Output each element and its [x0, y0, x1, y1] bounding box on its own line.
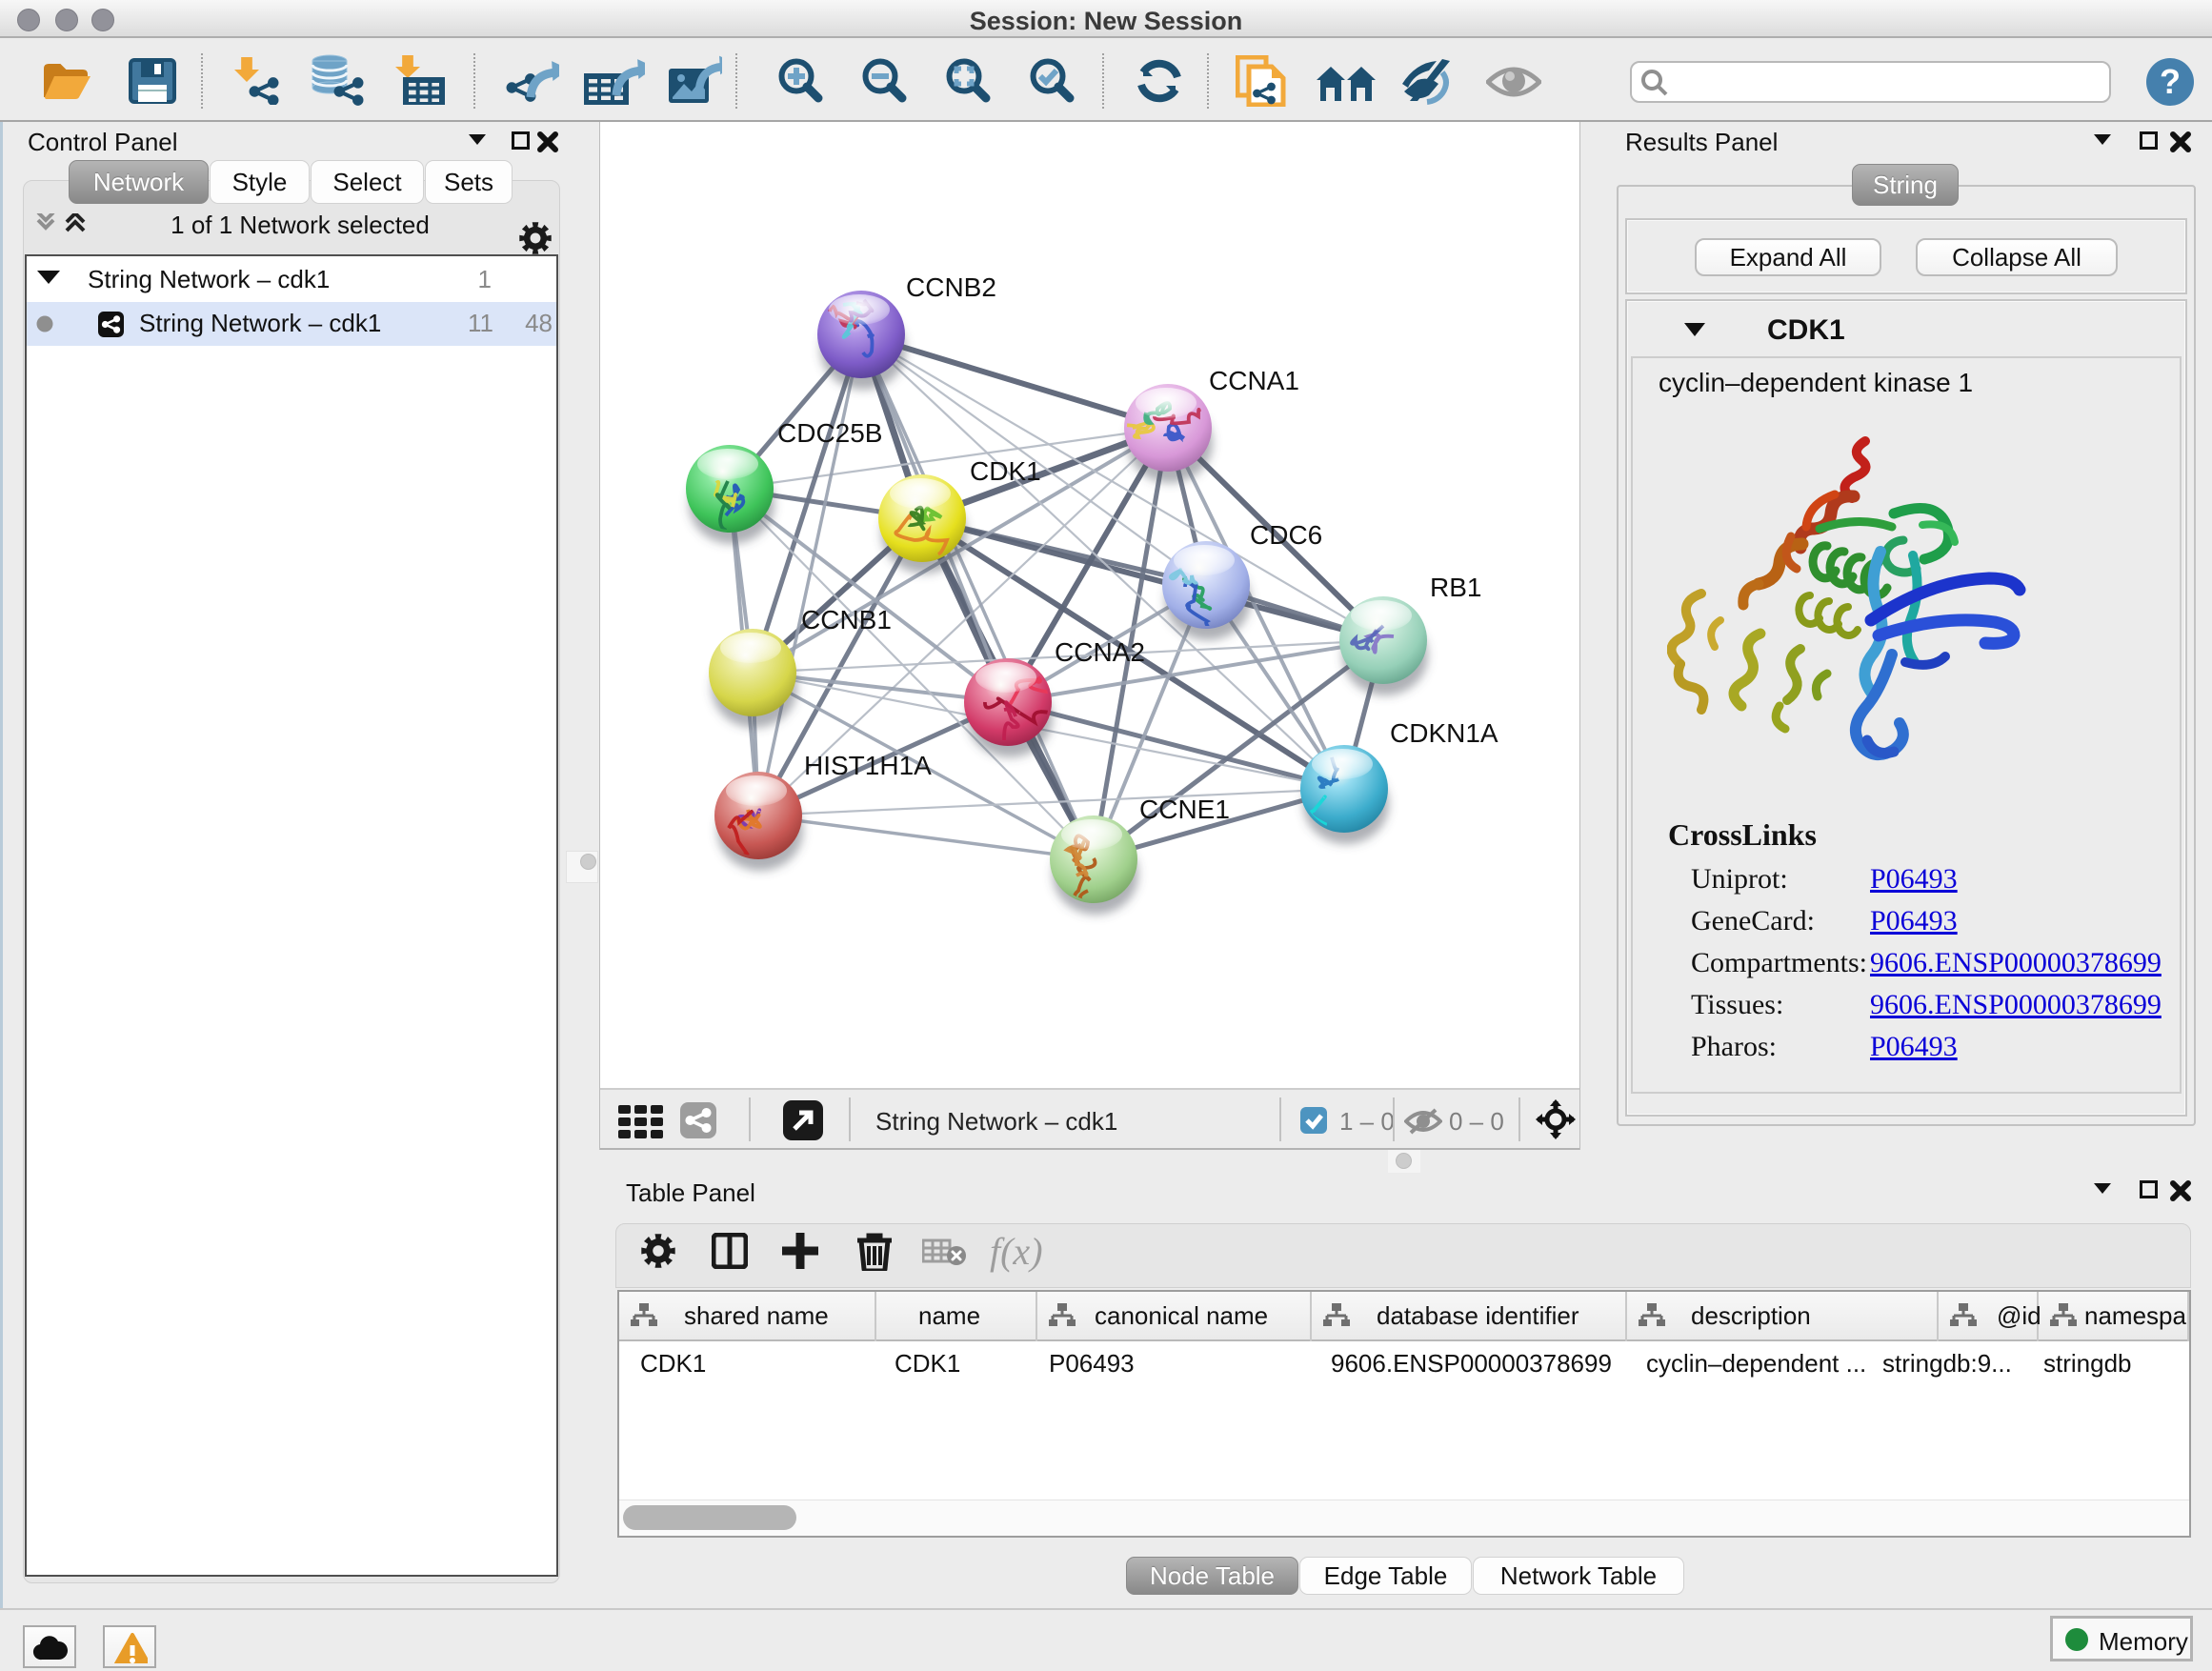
svg-text:CDC6: CDC6 — [1250, 520, 1322, 550]
svg-text:CCNB2: CCNB2 — [906, 272, 996, 302]
svg-text:CCNA1: CCNA1 — [1209, 366, 1299, 395]
svg-text:CCNA2: CCNA2 — [1055, 637, 1145, 667]
svg-text:CCNE1: CCNE1 — [1139, 795, 1230, 824]
svg-text:CCNB1: CCNB1 — [801, 605, 892, 634]
svg-text:CDK1: CDK1 — [970, 456, 1041, 486]
svg-text:HIST1H1A: HIST1H1A — [804, 751, 932, 780]
svg-text:CDC25B: CDC25B — [777, 418, 882, 448]
svg-text:RB1: RB1 — [1430, 573, 1481, 602]
svg-text:CDKN1A: CDKN1A — [1390, 718, 1498, 748]
svg-text:?: ? — [2160, 62, 2181, 101]
